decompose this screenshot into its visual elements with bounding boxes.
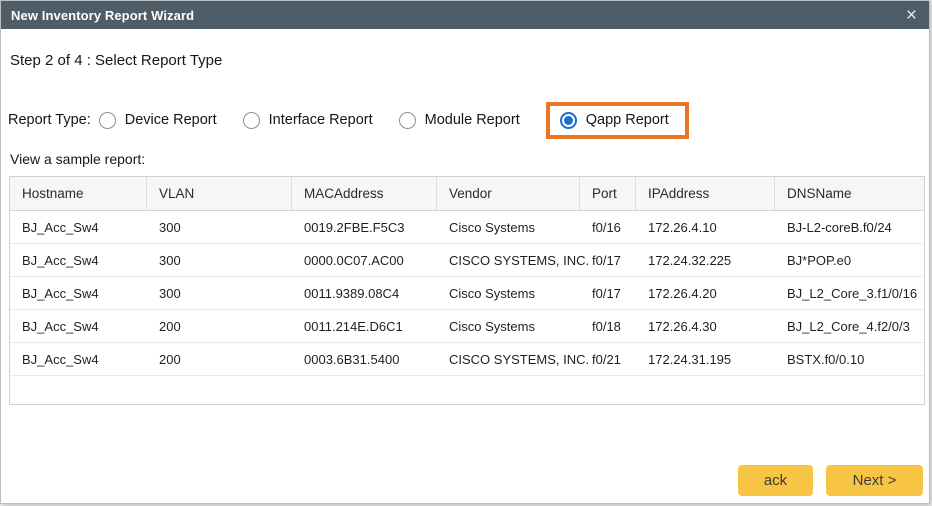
table-header-cell: DNSName [775,177,924,210]
table-cell: 0011.214E.D6C1 [292,310,437,342]
radio-selected-icon[interactable] [560,112,577,129]
table-cell: BJ_Acc_Sw4 [10,277,147,309]
table-cell: CISCO SYSTEMS, INC. [437,244,580,276]
sample-report-label: View a sample report: [10,151,145,167]
table-cell: BJ_L2_Core_4.f2/0/3 [775,310,924,342]
table-cell: f0/17 [580,277,636,309]
table-header-cell: VLAN [147,177,292,210]
table-cell: 0011.9389.08C4 [292,277,437,309]
radio-option-label: Module Report [425,112,520,128]
table-cell: BJ_Acc_Sw4 [10,244,147,276]
table-cell: f0/21 [580,343,636,375]
table-cell: 172.26.4.10 [636,211,775,243]
table-cell: 0000.0C07.AC00 [292,244,437,276]
table-header-cell: IPAddress [636,177,775,210]
table-cell: 300 [147,211,292,243]
table-cell: BSTX.f0/0.10 [775,343,924,375]
table-cell: 0019.2FBE.F5C3 [292,211,437,243]
wizard-dialog: New Inventory Report Wizard × Step 2 of … [0,0,930,504]
radio-icon[interactable] [243,112,260,129]
radio-option-label: Device Report [125,112,217,128]
radio-icon[interactable] [399,112,416,129]
title-bar: New Inventory Report Wizard × [1,1,929,29]
report-type-options: Device Report Interface Report Module Repo… [99,102,689,139]
sample-report-table: HostnameVLANMACAddressVendorPortIPAddres… [9,176,925,405]
radio-option-module-report[interactable]: Module Report [399,112,520,129]
table-cell: 172.26.4.30 [636,310,775,342]
table-cell: BJ_Acc_Sw4 [10,343,147,375]
step-heading: Step 2 of 4 : Select Report Type [10,52,222,69]
next-button[interactable]: Next > [826,465,923,496]
window-title: New Inventory Report Wizard [11,8,194,23]
table-cell: 172.26.4.20 [636,277,775,309]
table-header: HostnameVLANMACAddressVendorPortIPAddres… [10,177,924,211]
radio-option-interface-report[interactable]: Interface Report [243,112,373,129]
table-cell: 300 [147,277,292,309]
table-row: BJ_Acc_Sw42000003.6B31.5400CISCO SYSTEMS… [10,343,924,376]
table-cell: BJ-L2-coreB.f0/24 [775,211,924,243]
table-cell: CISCO SYSTEMS, INC. [437,343,580,375]
radio-option-device-report[interactable]: Device Report [99,112,217,129]
table-cell: BJ*POP.e0 [775,244,924,276]
table-row: BJ_Acc_Sw43000019.2FBE.F5C3Cisco Systems… [10,211,924,244]
table-header-cell: Port [580,177,636,210]
table-cell: Cisco Systems [437,211,580,243]
table-header-cell: Hostname [10,177,147,210]
radio-option-label: Interface Report [269,112,373,128]
back-button[interactable]: ack [738,465,813,496]
table-cell: 0003.6B31.5400 [292,343,437,375]
table-cell: 172.24.32.225 [636,244,775,276]
table-cell: f0/17 [580,244,636,276]
close-icon[interactable]: × [904,6,919,25]
radio-option-qapp-report[interactable]: Qapp Report [546,102,689,139]
table-cell: f0/18 [580,310,636,342]
report-type-label: Report Type: [8,112,91,128]
table-cell: 200 [147,343,292,375]
table-row: BJ_Acc_Sw43000000.0C07.AC00CISCO SYSTEMS… [10,244,924,277]
table-header-cell: Vendor [437,177,580,210]
table-cell: 200 [147,310,292,342]
table-cell: BJ_Acc_Sw4 [10,211,147,243]
table-row: BJ_Acc_Sw43000011.9389.08C4Cisco Systems… [10,277,924,310]
radio-icon[interactable] [99,112,116,129]
report-type-group: Report Type: Device Report Interface Repo… [8,98,689,142]
table-cell: 300 [147,244,292,276]
table-cell: BJ_Acc_Sw4 [10,310,147,342]
table-row: BJ_Acc_Sw42000011.214E.D6C1Cisco Systems… [10,310,924,343]
table-cell: 172.24.31.195 [636,343,775,375]
table-cell: Cisco Systems [437,277,580,309]
table-header-cell: MACAddress [292,177,437,210]
radio-option-label: Qapp Report [586,112,669,128]
table-cell: f0/16 [580,211,636,243]
table-cell: Cisco Systems [437,310,580,342]
table-cell: BJ_L2_Core_3.f1/0/16 [775,277,924,309]
table-body: BJ_Acc_Sw43000019.2FBE.F5C3Cisco Systems… [10,211,924,376]
